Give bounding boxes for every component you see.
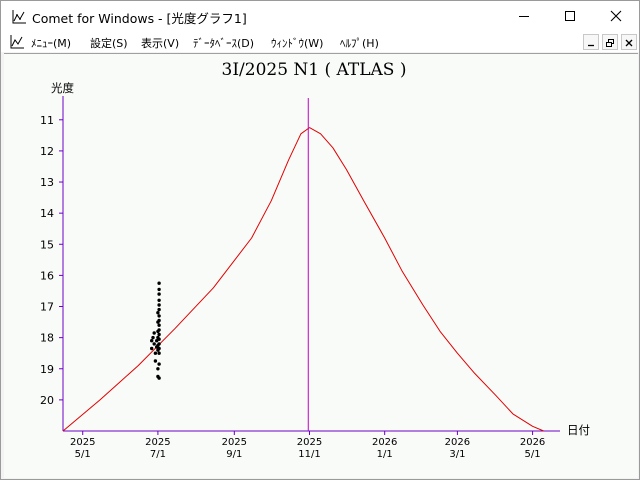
maximize-button[interactable] <box>547 1 593 32</box>
child-minimize-button[interactable] <box>583 34 599 50</box>
observation-point <box>152 331 156 335</box>
y-ticks: 11 12 13 14 15 16 17 18 19 20 <box>40 114 63 407</box>
window-title: Comet for Windows - [光度グラフ1] <box>32 11 247 26</box>
x-tick-year: 2025 <box>145 437 170 448</box>
x-tick-year: 2025 <box>297 437 322 448</box>
x-tick-monthday: 5/1 <box>75 449 91 460</box>
observation-point <box>157 314 161 318</box>
graph-child-icon[interactable] <box>9 34 25 50</box>
maximize-icon <box>564 7 576 26</box>
y-axis-label: 光度 <box>51 81 74 95</box>
observation-point <box>153 359 158 363</box>
child-close-button[interactable] <box>621 34 637 50</box>
y-tick-label: 16 <box>40 269 54 282</box>
observation-point <box>157 303 161 307</box>
graph-app-icon[interactable] <box>11 9 27 25</box>
menu-window[interactable]: ｳｨﾝﾄﾞｳ(W) <box>271 35 323 51</box>
observation-point <box>157 376 161 380</box>
menu-bar: ﾒﾆｭｰ(M) 設定(S) 表示(V) ﾃﾞｰﾀﾍﾞｰｽ(D) ｳｨﾝﾄﾞｳ(W… <box>1 32 639 52</box>
title-bar[interactable]: Comet for Windows - [光度グラフ1] <box>1 1 639 32</box>
observation-point <box>157 323 161 327</box>
observation-point <box>157 351 161 355</box>
y-tick-label: 19 <box>40 363 54 376</box>
observation-point <box>156 367 160 371</box>
observation-point <box>157 307 161 312</box>
child-restore-icon <box>605 33 615 52</box>
minimize-icon <box>518 7 530 26</box>
observation-point <box>152 342 156 346</box>
observation-point <box>157 362 161 366</box>
y-tick-label: 11 <box>40 114 54 127</box>
light-curve-chart: 3I/2025 N1 ( ATLAS ) 光度 日付 1112131415161… <box>40 60 590 460</box>
y-tick-label: 18 <box>40 332 54 345</box>
close-button[interactable] <box>593 1 639 32</box>
observation-point <box>150 339 154 343</box>
x-tick-monthday: 11/1 <box>298 449 320 460</box>
menu-view[interactable]: 表示(V) <box>141 35 179 51</box>
menu-settings[interactable]: 設定(S) <box>90 35 128 51</box>
menu-database[interactable]: ﾃﾞｰﾀﾍﾞｰｽ(D) <box>193 35 254 51</box>
x-ticks: 20255/120257/120259/1202511/120261/12026… <box>70 431 545 460</box>
app-window: Comet for Windows - [光度グラフ1] ﾒﾆｭｰ(M) 設定(… <box>0 0 640 480</box>
observation-points <box>150 281 161 380</box>
observation-point <box>157 298 161 302</box>
menu-help[interactable]: ﾍﾙﾌﾟ(H) <box>340 35 379 51</box>
observation-point <box>157 287 161 292</box>
chart-title: 3I/2025 N1 ( ATLAS ) <box>222 60 407 80</box>
observation-point <box>157 337 161 341</box>
x-tick-year: 2026 <box>372 437 397 448</box>
observation-point <box>157 318 161 323</box>
y-tick-label: 12 <box>40 145 54 158</box>
observation-point <box>157 292 161 296</box>
observation-point <box>157 332 161 337</box>
predicted-curve <box>62 127 544 432</box>
x-tick-year: 2026 <box>520 437 545 448</box>
y-tick-label: 14 <box>40 207 54 220</box>
y-tick-label: 13 <box>40 176 54 189</box>
observation-point <box>156 311 160 315</box>
x-tick-monthday: 9/1 <box>226 449 242 460</box>
observation-point <box>157 346 161 351</box>
x-tick-year: 2026 <box>445 437 470 448</box>
observation-point <box>150 346 154 351</box>
y-tick-label: 15 <box>40 238 54 251</box>
predicted-magnitude-line <box>62 127 544 432</box>
x-tick-monthday: 3/1 <box>449 449 465 460</box>
x-tick-year: 2025 <box>222 437 247 448</box>
y-tick-label: 17 <box>40 301 54 314</box>
menu-menu[interactable]: ﾒﾆｭｰ(M) <box>31 35 71 51</box>
observation-point <box>157 328 161 332</box>
x-tick-monthday: 1/1 <box>377 449 393 460</box>
y-tick-label: 20 <box>40 394 54 407</box>
child-restore-button[interactable] <box>602 34 618 50</box>
x-tick-year: 2025 <box>70 437 95 448</box>
x-tick-monthday: 5/1 <box>525 449 541 460</box>
observation-point <box>157 281 161 285</box>
observation-point <box>157 342 161 346</box>
observation-point <box>153 351 158 355</box>
x-tick-monthday: 7/1 <box>150 449 166 460</box>
close-icon <box>610 7 622 26</box>
child-close-icon <box>624 33 634 52</box>
axes <box>62 96 560 432</box>
x-axis-label: 日付 <box>567 423 590 437</box>
graph-client-area: 3I/2025 N1 ( ATLAS ) 光度 日付 11 12 13 14 15 16 1… <box>4 53 638 478</box>
observation-point <box>151 335 155 340</box>
minimize-button[interactable] <box>501 1 547 32</box>
child-minimize-icon <box>586 33 596 52</box>
